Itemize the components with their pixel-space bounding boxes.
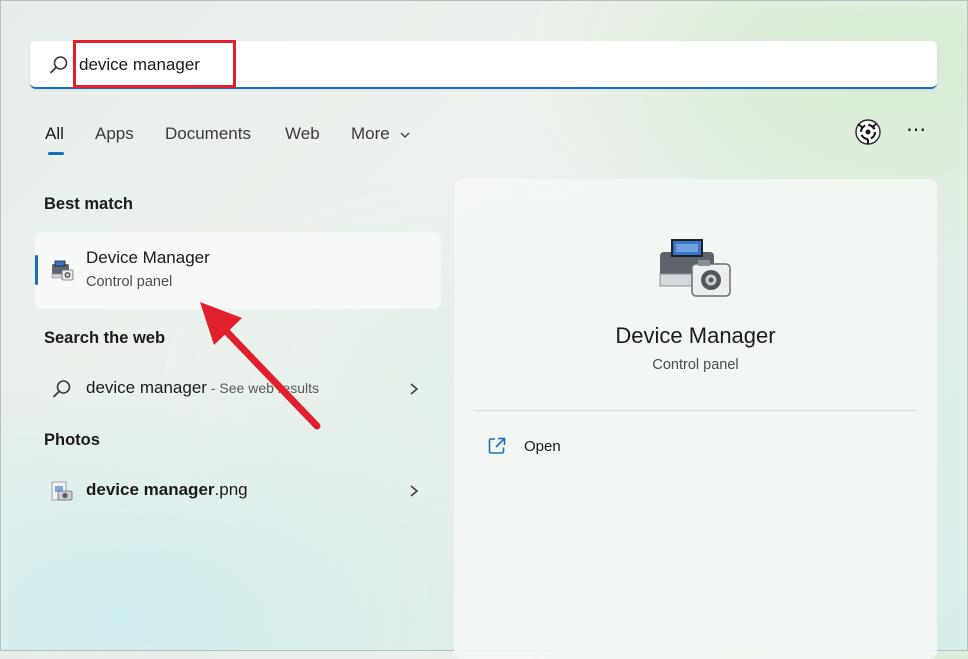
account-avatar-icon[interactable]	[854, 118, 882, 146]
photo-result[interactable]: device manager.png	[35, 469, 441, 513]
preview-subtitle: Control panel	[652, 357, 739, 373]
photo-file-name-match: device manager	[86, 480, 215, 499]
web-search-suffix: - See web results	[206, 380, 320, 396]
best-match-heading: Best match	[44, 195, 133, 213]
search-icon	[50, 56, 68, 74]
web-search-label: device manager - See web results	[86, 378, 319, 398]
tab-label: Apps	[95, 124, 134, 143]
preview-pane: Device Manager Control panel Open	[454, 179, 937, 659]
search-the-web-heading: Search the web	[44, 329, 166, 347]
image-file-icon	[51, 481, 73, 501]
preview-title: Device Manager	[615, 323, 776, 348]
chevron-right-icon	[410, 383, 419, 395]
selection-indicator	[35, 255, 38, 285]
best-match-subtitle: Control panel	[86, 274, 173, 290]
tab-label: More	[351, 124, 390, 143]
active-tab-indicator	[48, 152, 64, 155]
tab-all[interactable]: All	[45, 124, 64, 155]
tab-apps[interactable]: Apps	[95, 124, 134, 144]
photos-heading: Photos	[44, 431, 100, 449]
web-search-query: device manager	[86, 378, 207, 397]
photo-file-extension: .png	[214, 480, 248, 499]
tab-label: All	[45, 124, 64, 143]
photo-file-name: device manager.png	[86, 480, 248, 500]
tab-label: Documents	[165, 124, 251, 143]
web-search-result[interactable]: device manager - See web results	[35, 367, 441, 411]
best-match-title: Device Manager	[86, 248, 210, 267]
device-manager-icon	[659, 239, 731, 297]
tab-more[interactable]: More	[351, 124, 410, 144]
open-label: Open	[524, 438, 561, 455]
more-options-icon[interactable]: ⋯	[902, 118, 930, 146]
chevron-down-icon	[401, 132, 410, 138]
search-bar[interactable]	[30, 41, 937, 89]
open-external-icon	[488, 437, 506, 454]
tab-web[interactable]: Web	[285, 124, 320, 144]
device-manager-icon	[51, 260, 74, 281]
tab-label: Web	[285, 124, 320, 143]
search-icon	[53, 380, 71, 398]
divider	[474, 410, 917, 411]
search-input[interactable]	[79, 51, 899, 79]
open-button[interactable]: Open	[484, 433, 644, 461]
chevron-right-icon	[410, 485, 419, 497]
best-match-result[interactable]: Device Manager Control panel	[35, 232, 441, 309]
tab-documents[interactable]: Documents	[165, 124, 251, 144]
